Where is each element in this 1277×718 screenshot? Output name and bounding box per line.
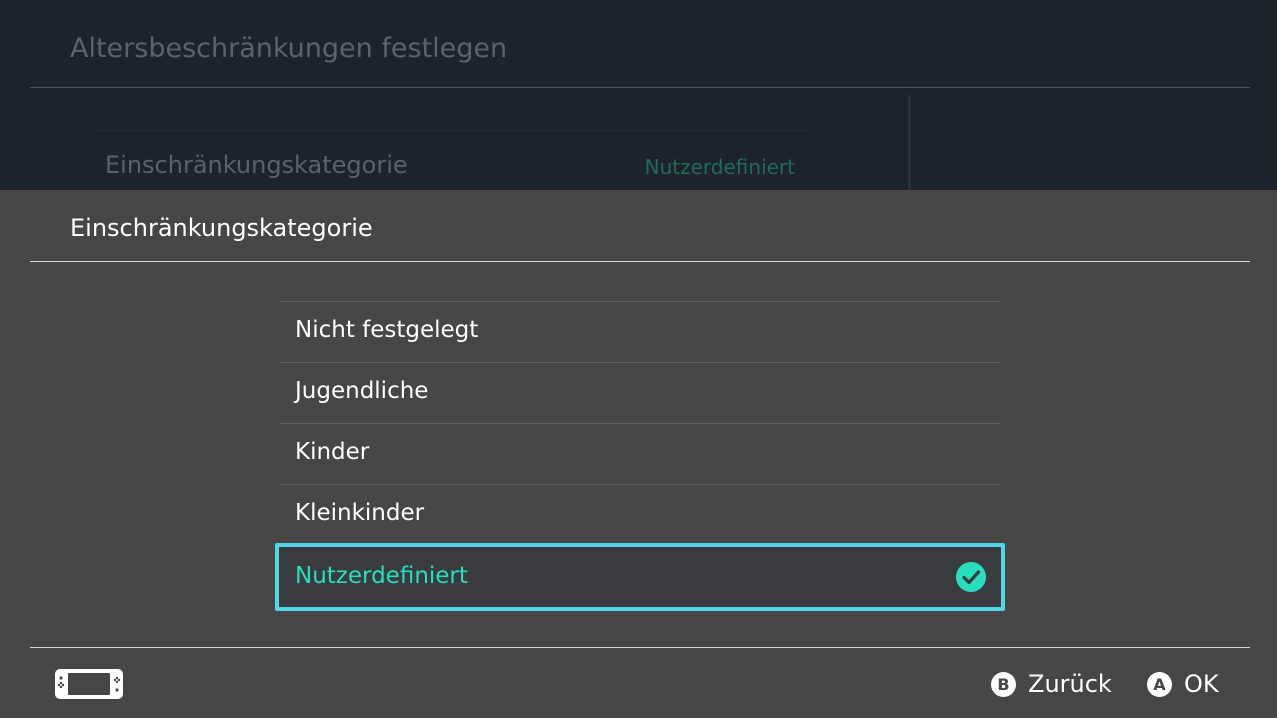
- back-label: Zurück: [1028, 670, 1112, 698]
- option-kinder[interactable]: Kinder: [280, 423, 1000, 484]
- a-button-icon: A: [1147, 671, 1172, 697]
- option-label: Jugendliche: [295, 378, 429, 404]
- option-kleinkinder[interactable]: Kleinkinder: [280, 484, 1000, 545]
- screen: Altersbeschränkungen festlegen Einschrän…: [0, 0, 1277, 718]
- background-vertical-divider: [908, 95, 911, 190]
- option-nutzerdefiniert[interactable]: Nutzerdefiniert: [275, 543, 1005, 611]
- b-button-icon: B: [991, 671, 1016, 697]
- option-jugendliche[interactable]: Jugendliche: [280, 362, 1000, 423]
- checkmark-icon: [956, 562, 986, 592]
- background-row-value: Nutzerdefiniert: [644, 155, 795, 179]
- option-list: Nicht festgelegt Jugendliche Kinder Klei…: [275, 301, 1005, 611]
- ok-label: OK: [1184, 670, 1219, 698]
- option-label: Nutzerdefiniert: [295, 563, 468, 589]
- handheld-console-icon: [54, 668, 124, 700]
- back-button[interactable]: B Zurück: [991, 670, 1112, 698]
- option-label: Kinder: [295, 439, 370, 465]
- ok-button[interactable]: A OK: [1147, 670, 1219, 698]
- option-label: Nicht festgelegt: [295, 317, 479, 343]
- background-page-title: Altersbeschränkungen festlegen: [70, 33, 508, 64]
- background-page: Altersbeschränkungen festlegen Einschrän…: [0, 0, 1277, 190]
- dialog-header-divider: [30, 261, 1250, 262]
- background-header-divider: [30, 87, 1250, 88]
- background-row-divider: [92, 130, 810, 131]
- option-label: Kleinkinder: [295, 500, 425, 526]
- selection-dialog: Einschränkungskategorie Nicht festgelegt…: [0, 190, 1277, 718]
- footer-divider: [30, 647, 1250, 648]
- background-row-label: Einschränkungskategorie: [105, 151, 408, 179]
- dialog-title: Einschränkungskategorie: [70, 214, 373, 242]
- option-nicht-festgelegt[interactable]: Nicht festgelegt: [280, 301, 1000, 362]
